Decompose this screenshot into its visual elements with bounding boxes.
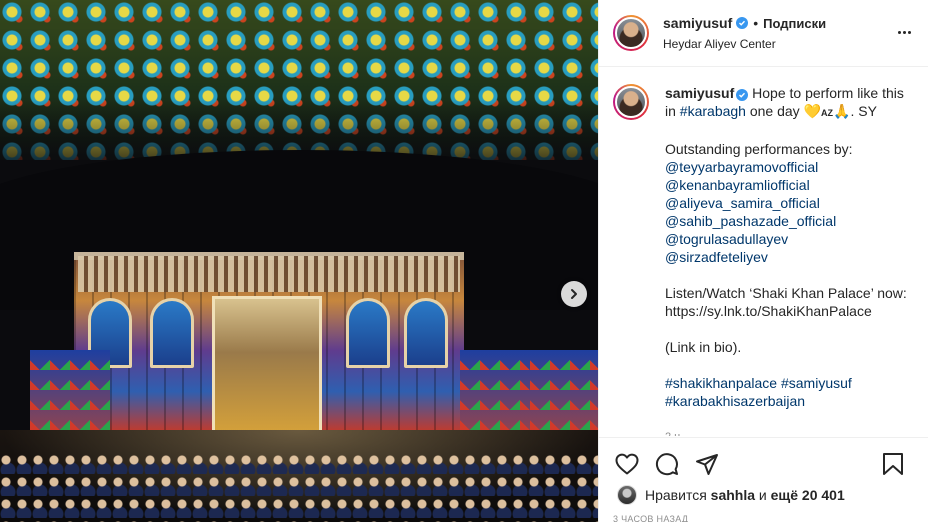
mention-link[interactable]: @aliyeva_samira_official (665, 194, 913, 212)
flag-emoji: AZ (821, 108, 834, 118)
post-header: samiyusuf • Подписки Heydar Aliyev Cente… (599, 0, 928, 67)
performances-heading: Outstanding performances by: (665, 141, 853, 157)
post-timestamp[interactable]: 3 ЧАСОВ НАЗАД (613, 514, 688, 522)
comment-button[interactable] (653, 450, 681, 478)
liker-username[interactable]: sahhla (711, 487, 755, 503)
verified-icon (736, 17, 749, 29)
heart-icon (615, 453, 639, 474)
post-photo[interactable] (0, 0, 598, 522)
listen-label: Listen/Watch ‘Shaki Khan Palace’ now: (665, 285, 907, 301)
post-side-panel: samiyusuf • Подписки Heydar Aliyev Cente… (598, 0, 928, 522)
likes-summary: Нравится sahhla и ещё 20 401 (617, 485, 845, 505)
mention-link[interactable]: @teyyarbayramovofficial (665, 158, 913, 176)
caption-username[interactable]: samiyusuf (665, 85, 734, 101)
caption-text: samiyusuf Hope to perform like this in #… (665, 84, 913, 436)
next-photo-button[interactable] (561, 281, 587, 307)
hashtag-link[interactable]: #karabagh (680, 103, 746, 119)
caption-avatar[interactable] (613, 84, 649, 120)
bookmark-icon (883, 453, 903, 475)
more-options-button[interactable] (894, 24, 914, 40)
mention-link[interactable]: @sahib_pashazade_official (665, 212, 913, 230)
chevron-right-icon (571, 289, 577, 299)
verified-icon (736, 89, 749, 101)
hashtag-link[interactable]: #karabakhisazerbaijan (665, 392, 913, 410)
likes-count-link[interactable]: ещё 20 401 (771, 487, 845, 503)
caption-timestamp: 2 н (665, 428, 913, 436)
save-button[interactable] (879, 450, 907, 478)
comments-area[interactable]: samiyusuf Hope to perform like this in #… (599, 67, 928, 437)
caption: samiyusuf Hope to perform like this in #… (613, 84, 913, 436)
avatar[interactable] (613, 15, 649, 51)
mention-link[interactable]: @togrulasadullayev (665, 230, 913, 248)
comment-icon (655, 452, 678, 475)
share-button[interactable] (693, 450, 721, 478)
hashtag-link[interactable]: #shakikhanpalace (665, 375, 777, 391)
separator-dot: • (753, 15, 759, 31)
action-bar (599, 437, 928, 489)
hashtag-link[interactable]: #samiyusuf (781, 375, 852, 391)
mention-link[interactable]: @kenanbayramliofficial (665, 176, 913, 194)
photo-orchestra (0, 452, 598, 522)
mention-link[interactable]: @sirzadfeteliyev (665, 248, 913, 266)
liker-avatar[interactable] (617, 485, 637, 505)
following-button[interactable]: Подписки (763, 16, 826, 31)
pray-emoji: 🙏 (833, 103, 851, 119)
link-in-bio: (Link in bio). (665, 339, 742, 355)
listen-url[interactable]: https://sy.lnk.to/ShakiKhanPalace (665, 302, 913, 320)
header-username[interactable]: samiyusuf (663, 15, 732, 31)
share-icon (696, 453, 718, 475)
more-icon (897, 30, 901, 34)
heart-emoji: 💛 (803, 103, 822, 119)
like-button[interactable] (613, 450, 641, 478)
location-link[interactable]: Heydar Aliyev Center (663, 37, 826, 51)
